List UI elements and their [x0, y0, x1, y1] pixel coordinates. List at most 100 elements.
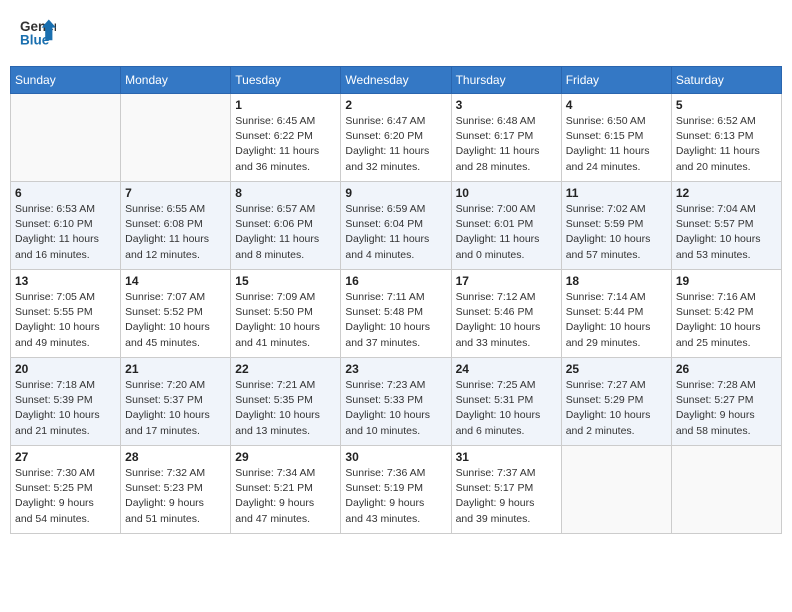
day-number: 9 — [345, 186, 446, 200]
day-info: Sunrise: 7:30 AM Sunset: 5:25 PM Dayligh… — [15, 466, 116, 527]
calendar-cell — [11, 94, 121, 182]
header: General Blue — [10, 10, 782, 56]
day-info: Sunrise: 7:16 AM Sunset: 5:42 PM Dayligh… — [676, 290, 777, 351]
day-number: 29 — [235, 450, 336, 464]
day-info: Sunrise: 6:47 AM Sunset: 6:20 PM Dayligh… — [345, 114, 446, 175]
day-number: 4 — [566, 98, 667, 112]
calendar-cell: 10 Sunrise: 7:00 AM Sunset: 6:01 PM Dayli… — [451, 182, 561, 270]
calendar-cell: 11 Sunrise: 7:02 AM Sunset: 5:59 PM Dayli… — [561, 182, 671, 270]
day-number: 20 — [15, 362, 116, 376]
calendar-cell: 21 Sunrise: 7:20 AM Sunset: 5:37 PM Dayli… — [121, 358, 231, 446]
calendar-week-2: 13 Sunrise: 7:05 AM Sunset: 5:55 PM Dayli… — [11, 270, 782, 358]
calendar-cell: 3Sunrise: 6:48 AM Sunset: 6:17 PM Daylig… — [451, 94, 561, 182]
day-number: 25 — [566, 362, 667, 376]
day-info: Sunrise: 6:50 AM Sunset: 6:15 PM Dayligh… — [566, 114, 667, 175]
day-number: 12 — [676, 186, 777, 200]
day-info: Sunrise: 7:34 AM Sunset: 5:21 PM Dayligh… — [235, 466, 336, 527]
calendar-cell: 26 Sunrise: 7:28 AM Sunset: 5:27 PM Dayli… — [671, 358, 781, 446]
day-info: Sunrise: 7:09 AM Sunset: 5:50 PM Dayligh… — [235, 290, 336, 351]
day-info: Sunrise: 7:11 AM Sunset: 5:48 PM Dayligh… — [345, 290, 446, 351]
day-info: Sunrise: 6:53 AM Sunset: 6:10 PM Dayligh… — [15, 202, 116, 263]
calendar-cell: 25 Sunrise: 7:27 AM Sunset: 5:29 PM Dayli… — [561, 358, 671, 446]
day-number: 2 — [345, 98, 446, 112]
calendar-cell: 12 Sunrise: 7:04 AM Sunset: 5:57 PM Dayli… — [671, 182, 781, 270]
day-info: Sunrise: 7:37 AM Sunset: 5:17 PM Dayligh… — [456, 466, 557, 527]
day-info: Sunrise: 7:21 AM Sunset: 5:35 PM Dayligh… — [235, 378, 336, 439]
calendar-week-4: 27 Sunrise: 7:30 AM Sunset: 5:25 PM Dayli… — [11, 446, 782, 534]
weekday-header-wednesday: Wednesday — [341, 67, 451, 94]
calendar-cell: 30 Sunrise: 7:36 AM Sunset: 5:19 PM Dayli… — [341, 446, 451, 534]
calendar-cell: 4 Sunrise: 6:50 AM Sunset: 6:15 PM Daylig… — [561, 94, 671, 182]
weekday-header-sunday: Sunday — [11, 67, 121, 94]
day-info: Sunrise: 7:12 AM Sunset: 5:46 PM Dayligh… — [456, 290, 557, 351]
day-info: Sunrise: 7:28 AM Sunset: 5:27 PM Dayligh… — [676, 378, 777, 439]
day-number: 6 — [15, 186, 116, 200]
calendar-cell: 7Sunrise: 6:55 AM Sunset: 6:08 PM Daylig… — [121, 182, 231, 270]
day-number: 7 — [125, 186, 226, 200]
calendar-cell: 19 Sunrise: 7:16 AM Sunset: 5:42 PM Dayli… — [671, 270, 781, 358]
calendar-week-1: 6 Sunrise: 6:53 AM Sunset: 6:10 PM Daylig… — [11, 182, 782, 270]
logo: General Blue — [20, 15, 56, 51]
weekday-header-monday: Monday — [121, 67, 231, 94]
day-info: Sunrise: 7:07 AM Sunset: 5:52 PM Dayligh… — [125, 290, 226, 351]
weekday-header-tuesday: Tuesday — [231, 67, 341, 94]
day-info: Sunrise: 7:20 AM Sunset: 5:37 PM Dayligh… — [125, 378, 226, 439]
day-number: 3 — [456, 98, 557, 112]
day-number: 17 — [456, 274, 557, 288]
day-number: 10 — [456, 186, 557, 200]
calendar-cell: 28Sunrise: 7:32 AM Sunset: 5:23 PM Dayli… — [121, 446, 231, 534]
calendar-cell: 18Sunrise: 7:14 AM Sunset: 5:44 PM Dayli… — [561, 270, 671, 358]
day-info: Sunrise: 7:02 AM Sunset: 5:59 PM Dayligh… — [566, 202, 667, 263]
day-number: 8 — [235, 186, 336, 200]
day-number: 16 — [345, 274, 446, 288]
calendar-cell — [561, 446, 671, 534]
day-number: 14 — [125, 274, 226, 288]
calendar-cell: 20Sunrise: 7:18 AM Sunset: 5:39 PM Dayli… — [11, 358, 121, 446]
calendar-cell: 5Sunrise: 6:52 AM Sunset: 6:13 PM Daylig… — [671, 94, 781, 182]
page-container: General Blue SundayMondayTuesdayWednesda… — [10, 10, 782, 534]
day-number: 1 — [235, 98, 336, 112]
calendar-cell — [121, 94, 231, 182]
day-info: Sunrise: 6:59 AM Sunset: 6:04 PM Dayligh… — [345, 202, 446, 263]
calendar-cell: 27 Sunrise: 7:30 AM Sunset: 5:25 PM Dayli… — [11, 446, 121, 534]
day-info: Sunrise: 6:57 AM Sunset: 6:06 PM Dayligh… — [235, 202, 336, 263]
day-info: Sunrise: 7:27 AM Sunset: 5:29 PM Dayligh… — [566, 378, 667, 439]
calendar-week-0: 1 Sunrise: 6:45 AM Sunset: 6:22 PM Daylig… — [11, 94, 782, 182]
day-number: 13 — [15, 274, 116, 288]
calendar-cell — [671, 446, 781, 534]
day-info: Sunrise: 7:04 AM Sunset: 5:57 PM Dayligh… — [676, 202, 777, 263]
day-info: Sunrise: 7:00 AM Sunset: 6:01 PM Dayligh… — [456, 202, 557, 263]
day-number: 26 — [676, 362, 777, 376]
calendar-cell: 2 Sunrise: 6:47 AM Sunset: 6:20 PM Daylig… — [341, 94, 451, 182]
calendar-header-row: SundayMondayTuesdayWednesdayThursdayFrid… — [11, 67, 782, 94]
calendar-cell: 29 Sunrise: 7:34 AM Sunset: 5:21 PM Dayli… — [231, 446, 341, 534]
day-info: Sunrise: 6:45 AM Sunset: 6:22 PM Dayligh… — [235, 114, 336, 175]
day-info: Sunrise: 6:52 AM Sunset: 6:13 PM Dayligh… — [676, 114, 777, 175]
day-number: 11 — [566, 186, 667, 200]
day-number: 19 — [676, 274, 777, 288]
calendar-week-3: 20Sunrise: 7:18 AM Sunset: 5:39 PM Dayli… — [11, 358, 782, 446]
day-number: 22 — [235, 362, 336, 376]
day-number: 21 — [125, 362, 226, 376]
calendar-cell: 24 Sunrise: 7:25 AM Sunset: 5:31 PM Dayli… — [451, 358, 561, 446]
day-number: 30 — [345, 450, 446, 464]
day-info: Sunrise: 7:14 AM Sunset: 5:44 PM Dayligh… — [566, 290, 667, 351]
calendar-cell: 8 Sunrise: 6:57 AM Sunset: 6:06 PM Daylig… — [231, 182, 341, 270]
weekday-header-thursday: Thursday — [451, 67, 561, 94]
day-info: Sunrise: 7:36 AM Sunset: 5:19 PM Dayligh… — [345, 466, 446, 527]
day-number: 27 — [15, 450, 116, 464]
day-info: Sunrise: 7:05 AM Sunset: 5:55 PM Dayligh… — [15, 290, 116, 351]
calendar-cell: 6 Sunrise: 6:53 AM Sunset: 6:10 PM Daylig… — [11, 182, 121, 270]
calendar-cell: 31Sunrise: 7:37 AM Sunset: 5:17 PM Dayli… — [451, 446, 561, 534]
day-number: 24 — [456, 362, 557, 376]
logo-icon: General Blue — [20, 15, 56, 51]
day-number: 28 — [125, 450, 226, 464]
calendar-cell: 15Sunrise: 7:09 AM Sunset: 5:50 PM Dayli… — [231, 270, 341, 358]
day-info: Sunrise: 7:25 AM Sunset: 5:31 PM Dayligh… — [456, 378, 557, 439]
calendar-cell: 17 Sunrise: 7:12 AM Sunset: 5:46 PM Dayli… — [451, 270, 561, 358]
day-number: 23 — [345, 362, 446, 376]
weekday-header-friday: Friday — [561, 67, 671, 94]
day-info: Sunrise: 7:23 AM Sunset: 5:33 PM Dayligh… — [345, 378, 446, 439]
calendar-cell: 23 Sunrise: 7:23 AM Sunset: 5:33 PM Dayli… — [341, 358, 451, 446]
calendar: SundayMondayTuesdayWednesdayThursdayFrid… — [10, 66, 782, 534]
